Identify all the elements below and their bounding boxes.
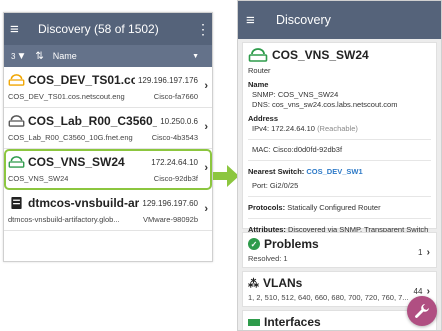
vlan-icon: ⁂: [248, 277, 259, 290]
filter-icon[interactable]: ▼: [16, 51, 26, 62]
divider: [248, 196, 431, 197]
nearest-switch-link[interactable]: COS_DEV_SW1: [306, 167, 362, 176]
check-circle-icon: ✓: [248, 238, 260, 250]
device-row[interactable]: COS_Lab_R00_C3560_... 10.250.0.6 COS_Lab…: [4, 108, 212, 149]
reachable-status: (Reachable): [317, 124, 358, 133]
vlans-section[interactable]: ⁂ VLANs 1, 2, 510, 512, 640, 660, 680, 7…: [242, 271, 437, 307]
app-bar: ≡ Discovery (58 of 1502) ⋮: [4, 13, 212, 45]
page-title: Discovery: [276, 13, 331, 27]
divider: [248, 218, 431, 219]
problems-section[interactable]: ✓ Problems Resolved: 1 1 ›: [242, 232, 437, 268]
address-label: Address: [248, 114, 279, 123]
protocols-row: Protocols: Statically Configured Router: [248, 203, 431, 212]
wrench-icon[interactable]: [407, 296, 437, 326]
problems-title: Problems: [264, 237, 319, 251]
ipv4-row: IPv4: 172.24.64.10 (Reachable): [252, 124, 431, 133]
device-detail-card: COS_VNS_SW24 Router Name SNMP: COS_VNS_S…: [242, 42, 437, 234]
divider: [248, 160, 431, 161]
device-row[interactable]: COS_DEV_TS01.co... 129.196.197.176 COS_D…: [4, 67, 212, 108]
divider: [248, 139, 431, 140]
nearest-switch-row: Nearest Switch: COS_DEV_SW1: [248, 167, 431, 176]
chevron-right-icon: ›: [204, 80, 208, 92]
device-ip: 129.196.197.60: [142, 198, 198, 208]
filter-sort-bar: 3 ▼ ⇅ Name ▼: [4, 45, 212, 67]
interfaces-title: Interfaces: [264, 315, 321, 329]
device-name: COS_Lab_R00_C3560_...: [28, 114, 158, 128]
device-ip: 129.196.197.176: [137, 75, 198, 85]
problems-count-row: 1 ›: [418, 247, 430, 258]
nearest-switch-label: Nearest Switch:: [248, 167, 305, 176]
more-options-icon[interactable]: ⋮: [196, 21, 210, 38]
chevron-right-icon: ›: [204, 121, 208, 133]
protocols-value: Statically Configured Router: [287, 203, 381, 212]
device-dns: COS_Lab_R00_C3560_10G.fnet.eng: [8, 133, 133, 142]
app-bar: ≡ Discovery: [238, 1, 441, 39]
device-row[interactable]: dtmcos-vnsbuild-ar... 129.196.197.60 dtm…: [4, 190, 212, 231]
sort-field-label[interactable]: Name: [53, 51, 192, 61]
vlans-title: VLANs: [263, 276, 303, 290]
vlans-count: 44: [413, 287, 423, 296]
chevron-right-icon: ›: [204, 203, 208, 215]
ipv4-address: IPv4: 172.24.64.10: [252, 124, 315, 133]
menu-icon[interactable]: ≡: [246, 12, 268, 29]
router-icon: [8, 115, 25, 127]
device-vendor: VMware-98092b: [142, 215, 198, 224]
device-title: COS_VNS_SW24: [272, 48, 369, 62]
chevron-down-icon[interactable]: ▼: [192, 53, 199, 60]
device-vendor: Cisco-92db3f: [153, 174, 198, 183]
mac-address: MAC: Cisco:d0d0fd-92db3f: [252, 145, 343, 154]
router-icon: [8, 74, 25, 86]
menu-icon[interactable]: ≡: [10, 21, 32, 38]
page-title: Discovery (58 of 1502): [38, 22, 159, 36]
device-detail-screen: ≡ Discovery COS_VNS_SW24 Router Name SNM…: [237, 0, 442, 331]
device-list: COS_DEV_TS01.co... 129.196.197.176 COS_D…: [4, 67, 212, 231]
device-dns: COS_DEV_TS01.cos.netscout.eng: [8, 92, 125, 101]
interface-icon: [248, 318, 260, 326]
router-icon: [8, 156, 25, 168]
problems-summary: Resolved: 1: [248, 254, 288, 263]
vlans-summary: 1, 2, 510, 512, 640, 660, 680, 700, 720,…: [248, 293, 409, 302]
tools-fab-glyph: [415, 304, 429, 318]
filter-count: 3: [11, 51, 16, 61]
dns-name: DNS: cos_vns_sw24.cos.labs.netscout.com: [252, 100, 398, 109]
device-list-screen: ≡ Discovery (58 of 1502) ⋮ 3 ▼ ⇅ Name ▼ …: [3, 12, 213, 262]
device-ip: 172.24.64.10: [151, 157, 198, 167]
device-dns: dtmcos-vnsbuild-artifactory.glob...: [8, 215, 120, 224]
protocols-label: Protocols:: [248, 203, 286, 212]
device-name: COS_VNS_SW24: [28, 155, 125, 169]
device-vendor: Cisco-fa7660: [153, 92, 198, 101]
sort-icon[interactable]: ⇅: [35, 51, 43, 62]
problems-count: 1: [417, 248, 423, 257]
device-dns: COS_VNS_SW24: [8, 174, 69, 183]
router-icon: [248, 48, 268, 62]
device-vendor: Cisco-4b3543: [151, 133, 198, 142]
device-name: dtmcos-vnsbuild-ar...: [28, 196, 140, 210]
name-label: Name: [248, 80, 269, 89]
server-icon: [11, 197, 22, 209]
device-ip: 10.250.0.6: [160, 116, 198, 126]
port-value: Port: Gi2/0/25: [252, 181, 299, 190]
chevron-right-icon: ›: [426, 247, 430, 258]
device-type: Router: [248, 66, 271, 75]
screen: ≡ Discovery (58 of 1502) ⋮ 3 ▼ ⇅ Name ▼ …: [0, 0, 442, 331]
chevron-right-icon: ›: [204, 162, 208, 174]
chevron-right-icon: ›: [426, 286, 430, 297]
device-name: COS_DEV_TS01.co...: [28, 73, 135, 87]
device-row-selected[interactable]: COS_VNS_SW24 172.24.64.10 COS_VNS_SW24 C…: [4, 149, 212, 190]
snmp-name: SNMP: COS_VNS_SW24: [252, 90, 339, 99]
